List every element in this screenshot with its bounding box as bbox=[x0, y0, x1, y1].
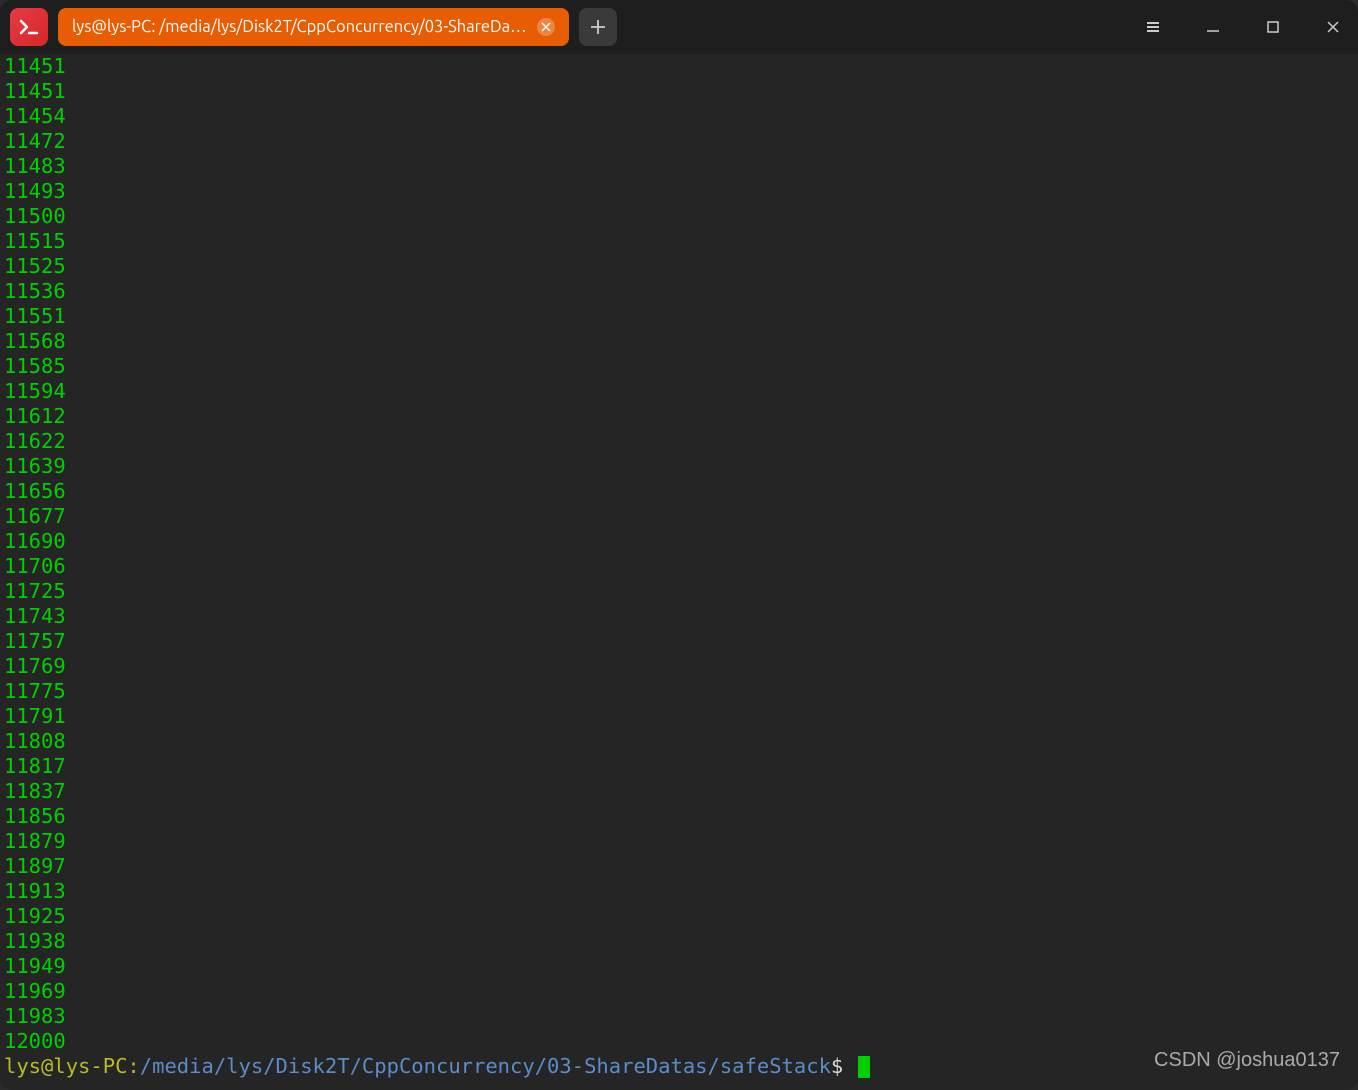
output-line: 11725 bbox=[4, 579, 1354, 604]
output-line: 11775 bbox=[4, 679, 1354, 704]
new-tab-button[interactable] bbox=[579, 8, 617, 46]
output-line: 11879 bbox=[4, 829, 1354, 854]
output-line: 11493 bbox=[4, 179, 1354, 204]
window-controls bbox=[1138, 12, 1348, 42]
output-line: 11451 bbox=[4, 79, 1354, 104]
output-line: 11568 bbox=[4, 329, 1354, 354]
output-line: 11483 bbox=[4, 154, 1354, 179]
prompt-colon: : bbox=[127, 1054, 139, 1079]
output-line: 11743 bbox=[4, 604, 1354, 629]
output-line: 11949 bbox=[4, 954, 1354, 979]
close-window-button[interactable] bbox=[1318, 12, 1348, 42]
prompt-path: /media/lys/Disk2T/CppConcurrency/03-Shar… bbox=[140, 1054, 831, 1079]
minimize-button[interactable] bbox=[1198, 12, 1228, 42]
output-line: 11594 bbox=[4, 379, 1354, 404]
output-line: 11769 bbox=[4, 654, 1354, 679]
output-line: 11656 bbox=[4, 479, 1354, 504]
output-line: 11639 bbox=[4, 454, 1354, 479]
output-line: 11757 bbox=[4, 629, 1354, 654]
menu-button[interactable] bbox=[1138, 12, 1168, 42]
output-line: 11525 bbox=[4, 254, 1354, 279]
output-line: 11837 bbox=[4, 779, 1354, 804]
output-line: 11622 bbox=[4, 429, 1354, 454]
output-line: 11551 bbox=[4, 304, 1354, 329]
tab-active[interactable]: lys@lys-PC: /media/lys/Disk2T/CppConcurr… bbox=[58, 8, 569, 46]
output-line: 11585 bbox=[4, 354, 1354, 379]
output-line: 11808 bbox=[4, 729, 1354, 754]
output-line: 11969 bbox=[4, 979, 1354, 1004]
output-line: 11938 bbox=[4, 929, 1354, 954]
output-line: 11472 bbox=[4, 129, 1354, 154]
output-line: 11677 bbox=[4, 504, 1354, 529]
output-line: 11983 bbox=[4, 1004, 1354, 1029]
output-line: 11612 bbox=[4, 404, 1354, 429]
prompt-user-host: lys@lys-PC bbox=[4, 1054, 127, 1079]
output-line: 11451 bbox=[4, 54, 1354, 79]
prompt-line: lys@lys-PC:/media/lys/Disk2T/CppConcurre… bbox=[4, 1054, 1354, 1079]
titlebar: lys@lys-PC: /media/lys/Disk2T/CppConcurr… bbox=[0, 0, 1358, 54]
output-line: 11856 bbox=[4, 804, 1354, 829]
output-line: 11706 bbox=[4, 554, 1354, 579]
output-line: 11817 bbox=[4, 754, 1354, 779]
close-tab-icon[interactable] bbox=[537, 18, 555, 36]
terminal-app-icon bbox=[10, 8, 48, 46]
output-line: 11925 bbox=[4, 904, 1354, 929]
output-line: 11791 bbox=[4, 704, 1354, 729]
output-line: 11515 bbox=[4, 229, 1354, 254]
output-line: 11454 bbox=[4, 104, 1354, 129]
terminal-content[interactable]: 1145111451114541147211483114931150011515… bbox=[0, 54, 1358, 1090]
tab-title: lys@lys-PC: /media/lys/Disk2T/CppConcurr… bbox=[72, 18, 527, 36]
output-line: 11690 bbox=[4, 529, 1354, 554]
cursor bbox=[858, 1056, 870, 1078]
output-line: 11897 bbox=[4, 854, 1354, 879]
output-line: 12000 bbox=[4, 1029, 1354, 1054]
prompt-dollar: $ bbox=[831, 1054, 843, 1079]
output-line: 11536 bbox=[4, 279, 1354, 304]
output-line: 11500 bbox=[4, 204, 1354, 229]
watermark: CSDN @joshua0137 bbox=[1154, 1049, 1340, 1072]
output-line: 11913 bbox=[4, 879, 1354, 904]
maximize-button[interactable] bbox=[1258, 12, 1288, 42]
